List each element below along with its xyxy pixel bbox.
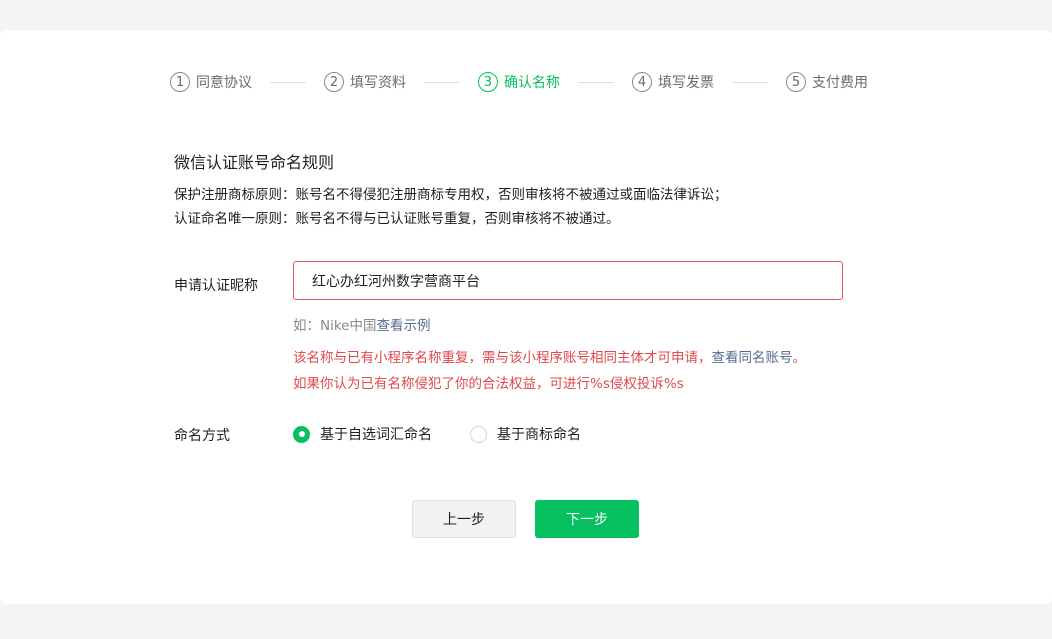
step-number: 3 — [478, 72, 498, 92]
rule-trademark: 保护注册商标原则：账号名不得侵犯注册商标专用权，否则审核将不被通过或面临法律诉讼… — [174, 187, 728, 203]
naming-method-radio-group: 基于自选词汇命名 基于商标命名 — [293, 424, 619, 444]
error-infringement: 如果你认为已有名称侵犯了你的合法权益，可进行%s侵权投诉%s — [293, 376, 684, 392]
step-label: 填写发票 — [658, 75, 714, 91]
rule-unique: 认证命名唯一原则：账号名不得与已认证账号重复，否则审核将不被通过。 — [174, 211, 620, 227]
radio-unchecked-icon — [470, 425, 487, 443]
step-divider — [578, 81, 614, 83]
error-duplicate-name: 该名称与已有小程序名称重复，需与该小程序账号相同主体才可申请，查看同名账号。 — [293, 346, 806, 366]
step-number: 5 — [786, 72, 806, 92]
nickname-hint: 如：Nike中国查看示例 — [293, 314, 431, 334]
naming-method-label: 命名方式 — [174, 428, 230, 444]
step-number: 2 — [324, 72, 344, 92]
step-divider — [424, 81, 460, 83]
radio-checked-icon — [293, 425, 310, 443]
step-number: 1 — [170, 72, 190, 92]
step-divider — [732, 81, 768, 83]
main-card: 1 同意协议 2 填写资料 3 确认名称 4 填写发票 5 支付费用 微信认证账… — [0, 30, 1052, 604]
step-divider — [270, 81, 306, 83]
view-example-link[interactable]: 查看示例 — [377, 318, 431, 334]
step-invoice: 4 填写发票 — [632, 72, 714, 92]
hint-text: 如：Nike中国 — [293, 318, 377, 334]
rules-title: 微信认证账号命名规则 — [174, 153, 335, 172]
nickname-label: 申请认证昵称 — [174, 278, 258, 294]
error-text: 该名称与已有小程序名称重复，需与该小程序账号相同主体才可申请， — [293, 350, 712, 366]
step-agree: 1 同意协议 — [170, 72, 252, 92]
step-label: 同意协议 — [196, 75, 252, 91]
radio-label: 基于商标命名 — [497, 427, 581, 443]
radio-custom-words[interactable]: 基于自选词汇命名 — [293, 424, 432, 444]
step-label: 支付费用 — [812, 75, 868, 91]
step-payment: 5 支付费用 — [786, 72, 868, 92]
prev-step-button[interactable]: 上一步 — [412, 500, 516, 538]
step-fill-info: 2 填写资料 — [324, 72, 406, 92]
stepper: 1 同意协议 2 填写资料 3 确认名称 4 填写发票 5 支付费用 — [170, 70, 868, 94]
step-label: 填写资料 — [350, 75, 406, 91]
view-same-name-link[interactable]: 查看同名账号 — [712, 350, 793, 366]
nickname-input[interactable] — [293, 261, 843, 300]
radio-label: 基于自选词汇命名 — [320, 427, 432, 443]
step-number: 4 — [632, 72, 652, 92]
step-confirm-name: 3 确认名称 — [478, 72, 560, 92]
step-label: 确认名称 — [504, 75, 560, 91]
error-end: 。 — [792, 350, 807, 366]
next-step-button[interactable]: 下一步 — [535, 500, 639, 538]
radio-trademark[interactable]: 基于商标命名 — [470, 424, 581, 444]
